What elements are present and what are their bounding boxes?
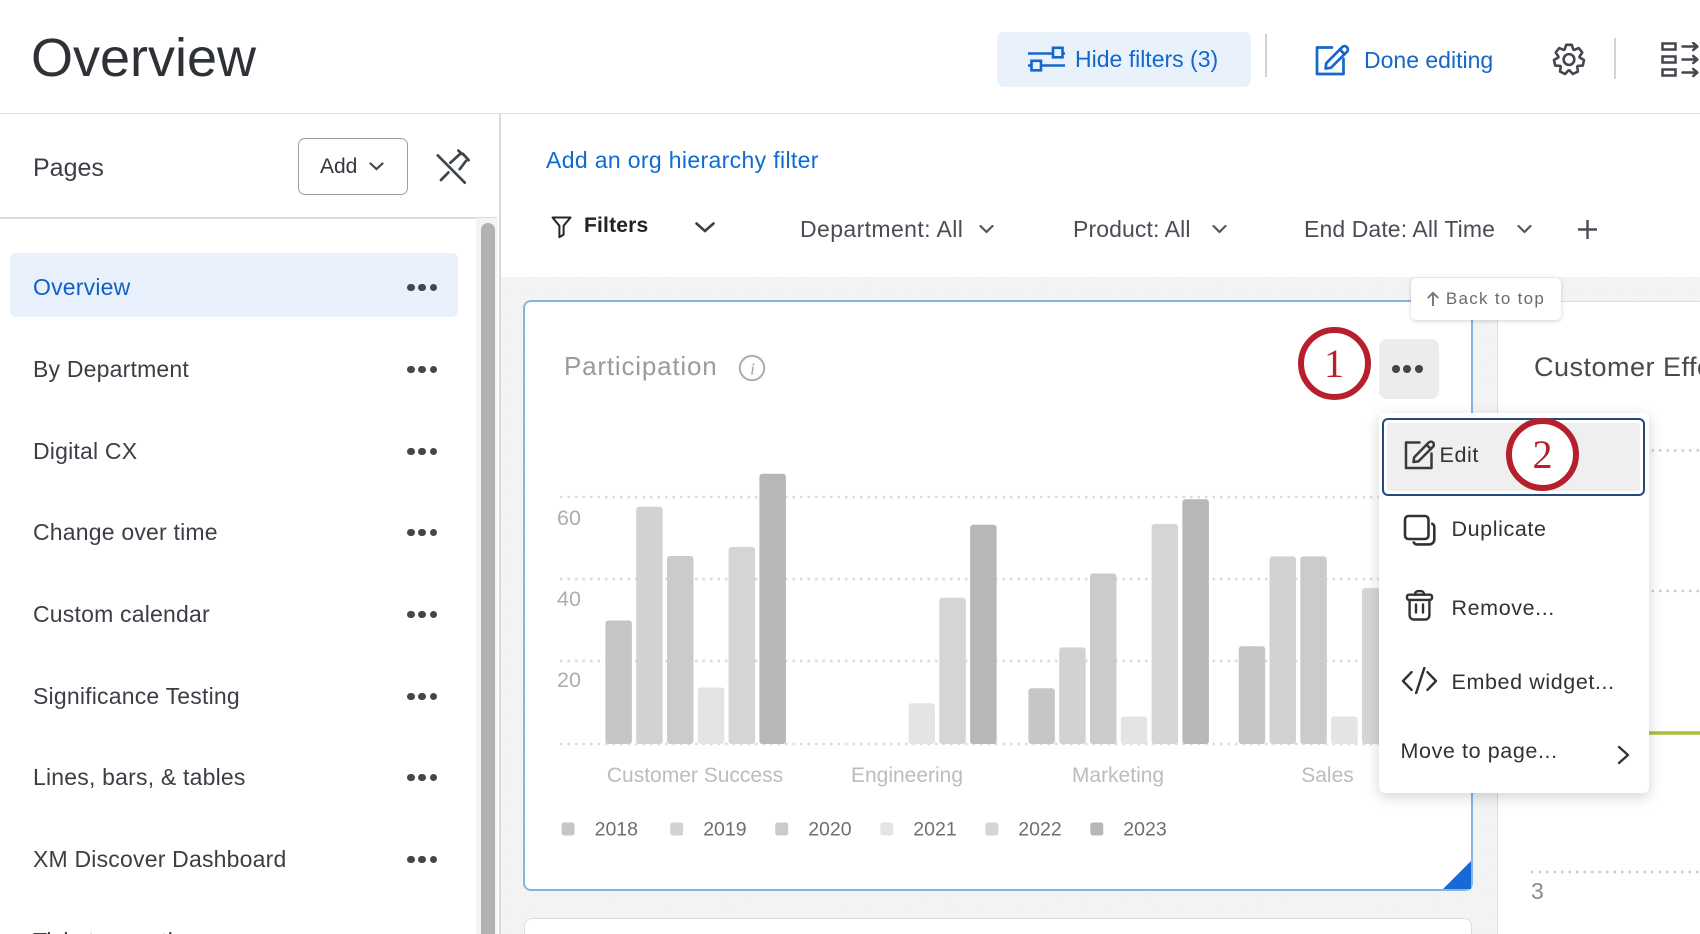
svg-text:2021: 2021 bbox=[913, 819, 956, 841]
svg-text:2023: 2023 bbox=[1123, 819, 1166, 841]
svg-text:2018: 2018 bbox=[595, 819, 638, 841]
svg-text:2022: 2022 bbox=[1018, 819, 1061, 841]
svg-text:60: 60 bbox=[557, 506, 581, 530]
svg-text:3: 3 bbox=[1531, 878, 1544, 900]
svg-text:Customer Success: Customer Success bbox=[607, 764, 783, 787]
svg-text:2019: 2019 bbox=[703, 819, 746, 841]
svg-text:Marketing: Marketing bbox=[1072, 764, 1164, 787]
svg-text:40: 40 bbox=[557, 587, 581, 611]
svg-text:Engineering: Engineering bbox=[851, 764, 963, 787]
svg-text:20: 20 bbox=[557, 668, 581, 692]
svg-text:2020: 2020 bbox=[808, 819, 852, 841]
svg-text:Sales: Sales bbox=[1301, 764, 1354, 787]
